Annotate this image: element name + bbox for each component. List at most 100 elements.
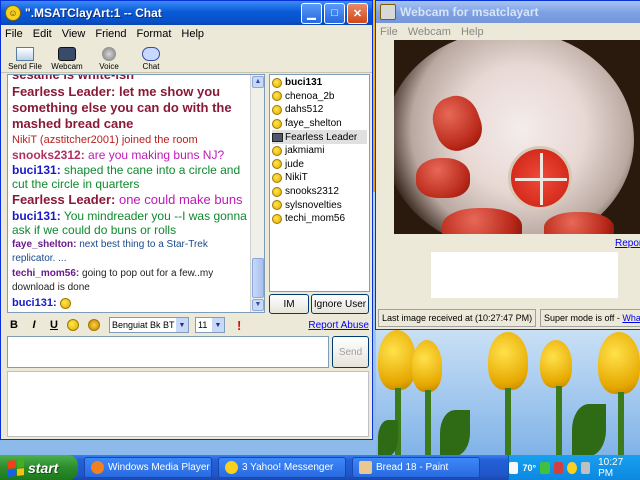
smiley-icon (272, 186, 282, 197)
ignore-user-button[interactable]: Ignore User (311, 294, 369, 314)
user-name: sylsnovelties (285, 199, 342, 211)
taskbar: start Windows Media Player 3 Yahoo! Mess… (0, 455, 640, 480)
chat-message: Fearless Leader: one could make buns (12, 192, 243, 207)
send-button[interactable]: Send (332, 336, 369, 368)
messenger-smiley-icon: ☺ (5, 5, 21, 21)
report-abuse-link[interactable]: Report Abuse (308, 320, 369, 331)
chat-message: sesame is white-ish (12, 74, 135, 82)
tray-app-icon[interactable] (553, 461, 564, 474)
webcam-window-icon (380, 4, 396, 20)
chat-message: techi_mom56: going to pop out for a few.… (12, 268, 214, 293)
volume-icon[interactable] (580, 461, 591, 474)
format-toolbar: B I U Benguiat Bk BT ▼ 11 ▼ ! Report Abu… (7, 316, 369, 334)
menu-webcam[interactable]: Webcam (408, 26, 451, 38)
im-button[interactable]: IM (269, 294, 309, 314)
menu-file[interactable]: File (380, 26, 398, 38)
user-name: chenoa_2b (285, 90, 335, 102)
audible-icon[interactable] (88, 319, 100, 331)
clock[interactable]: 10:27 PM (598, 457, 632, 479)
webcam-titlebar[interactable]: Webcam for msatclayart (376, 1, 640, 23)
bold-button[interactable]: B (7, 319, 21, 331)
menu-edit[interactable]: Edit (33, 28, 52, 40)
smiley-icon (272, 118, 282, 129)
webcam-menubar: File Webcam Help (376, 23, 640, 41)
user-list-item[interactable]: techi_mom56 (272, 212, 367, 226)
chat-button[interactable]: Chat (131, 43, 171, 72)
user-name: dahs512 (285, 104, 324, 116)
message-input-area[interactable] (7, 336, 329, 368)
tray-messenger-icon[interactable] (567, 461, 577, 474)
smiley-icon (272, 91, 282, 102)
messenger-icon (225, 461, 238, 474)
menu-help[interactable]: Help (461, 26, 484, 38)
smiley-icon (272, 77, 282, 88)
start-button[interactable]: start (0, 455, 78, 480)
clay-cane-slice (508, 146, 572, 210)
chevron-down-icon: ▼ (176, 318, 188, 332)
send-file-icon (16, 47, 34, 61)
menu-format[interactable]: Format (137, 28, 172, 40)
chat-message: buci131: shaped the cane into a circle a… (12, 163, 241, 191)
task-yahoo-messenger[interactable]: 3 Yahoo! Messenger (218, 457, 346, 478)
webcam-window: Webcam for msatclayart File Webcam Help … (375, 0, 640, 330)
menu-file[interactable]: File (5, 28, 23, 40)
user-list-item[interactable]: jude (272, 158, 367, 172)
task-paint[interactable]: Bread 18 - Paint (352, 457, 480, 478)
emoticon-icon[interactable] (67, 319, 79, 331)
chevron-down-icon: ▼ (212, 318, 224, 332)
user-list-item[interactable]: chenoa_2b (272, 90, 367, 104)
message-input[interactable] (8, 337, 328, 367)
voice-button[interactable]: Voice (89, 43, 129, 72)
chat-log[interactable]: sesame is white-ish Fearless Leader: let… (7, 74, 265, 313)
user-name: faye_shelton (285, 118, 342, 130)
scroll-up-icon[interactable]: ▲ (252, 76, 264, 88)
scroll-thumb[interactable] (252, 258, 264, 298)
super-mode-status: Super mode is off - What (540, 309, 640, 327)
task-windows-media-player[interactable]: Windows Media Player (84, 457, 212, 478)
tray-arrow-icon[interactable] (508, 461, 519, 474)
minimize-button[interactable]: ▁ (301, 2, 322, 24)
user-list-item[interactable]: NikiT (272, 171, 367, 185)
super-mode-what-link[interactable]: What (622, 313, 640, 323)
user-list-item[interactable]: dahs512 (272, 103, 367, 117)
user-list-item[interactable]: sylsnovelties (272, 198, 367, 212)
chat-titlebar[interactable]: ☺ ".MSATClayArt:1 -- Chat ▁ □ ✕ (1, 1, 372, 25)
user-name: buci131 (285, 77, 323, 89)
user-list[interactable]: buci131 chenoa_2b dahs512 faye_shelton Fearl… (269, 74, 370, 292)
italic-button[interactable]: I (27, 319, 41, 331)
user-list-item[interactable]: faye_shelton (272, 117, 367, 131)
font-select[interactable]: Benguiat Bk BT ▼ (109, 317, 189, 333)
chat-message: snooks2312: are you making buns NJ? (12, 148, 225, 162)
user-name: jude (285, 158, 304, 170)
weather-temp[interactable]: 70° (522, 463, 536, 473)
webcam-button[interactable]: Webcam (47, 43, 87, 72)
chat-icon (142, 47, 160, 61)
smiley-icon (272, 200, 282, 211)
chat-message: buci131: (12, 296, 248, 310)
send-file-button[interactable]: Send File (5, 43, 45, 72)
chat-message: Fearless Leader: let me show you somethi… (12, 84, 232, 131)
close-button[interactable]: ✕ (347, 2, 368, 24)
user-name: snooks2312 (285, 186, 339, 198)
user-list-item[interactable]: Fearless Leader (272, 130, 367, 144)
chat-menubar: File Edit View Friend Format Help (1, 25, 372, 43)
user-list-item[interactable]: snooks2312 (272, 185, 367, 199)
smiley-icon (272, 145, 282, 156)
report-link[interactable]: Report (615, 238, 640, 249)
system-tray: 70° 10:27 PM (508, 455, 640, 480)
underline-button[interactable]: U (47, 319, 61, 331)
chat-window: ☺ ".MSATClayArt:1 -- Chat ▁ □ ✕ File Edi… (0, 0, 373, 440)
maximize-button[interactable]: □ (324, 2, 345, 24)
user-list-item[interactable]: jakmiami (272, 144, 367, 158)
alert-icon[interactable]: ! (237, 318, 241, 333)
menu-friend[interactable]: Friend (95, 28, 126, 40)
voice-icon (102, 47, 116, 61)
chat-message: buci131: You mindreader you --I was gonn… (12, 209, 247, 237)
font-size-select[interactable]: 11 ▼ (195, 317, 225, 333)
scroll-down-icon[interactable]: ▼ (252, 299, 264, 311)
menu-help[interactable]: Help (181, 28, 204, 40)
chat-log-scrollbar[interactable]: ▲ ▼ (250, 75, 264, 312)
menu-view[interactable]: View (62, 28, 86, 40)
user-list-item[interactable]: buci131 (272, 76, 367, 90)
tray-app-icon[interactable] (540, 461, 550, 474)
